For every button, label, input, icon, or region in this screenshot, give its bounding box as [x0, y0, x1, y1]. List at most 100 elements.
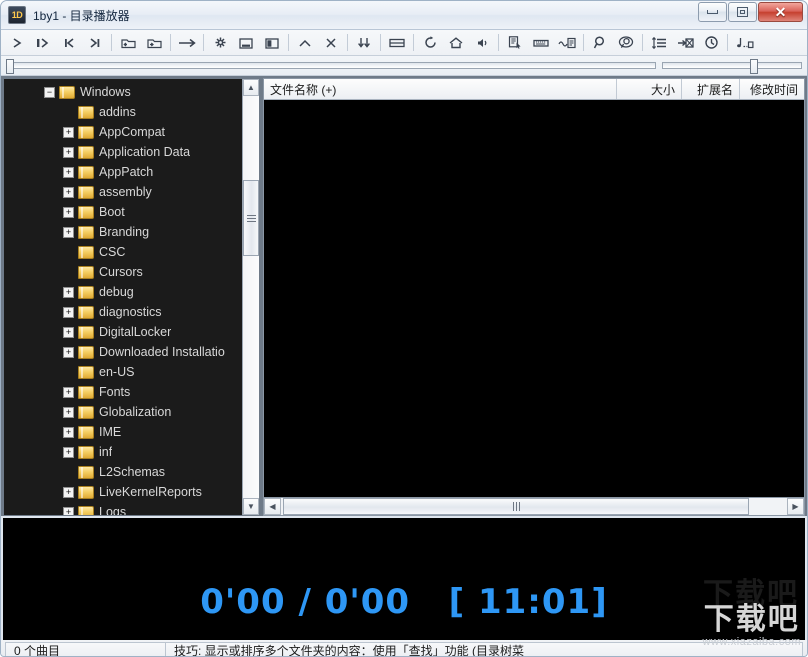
waveform-doc-button[interactable]	[554, 32, 580, 54]
expand-plus-icon[interactable]: +	[63, 506, 74, 515]
tree-item[interactable]: en-US	[4, 362, 242, 382]
music-note-button[interactable]	[731, 32, 757, 54]
expand-plus-icon[interactable]: +	[63, 226, 74, 238]
panel-split-button[interactable]	[259, 32, 285, 54]
tree-item[interactable]: + AppPatch	[4, 162, 242, 182]
tree-item[interactable]: + assembly	[4, 182, 242, 202]
arrow-right-button[interactable]	[174, 32, 200, 54]
column-header-ext[interactable]: 扩展名	[682, 79, 740, 99]
expand-plus-icon[interactable]: +	[63, 426, 74, 438]
folder-back-button[interactable]	[115, 32, 141, 54]
hscroll-thumb[interactable]	[283, 498, 749, 515]
toolbar-separator	[111, 34, 112, 51]
volume-slider[interactable]	[662, 59, 802, 74]
tree-item[interactable]: + Branding	[4, 222, 242, 242]
scroll-down-arrow-icon[interactable]: ▼	[243, 498, 259, 515]
hscroll-track[interactable]	[281, 498, 787, 515]
scroll-right-arrow-icon[interactable]: ▶	[787, 498, 804, 515]
player-display[interactable]: 0'00 / 0'00 [ 11:01] 下载吧	[3, 518, 805, 640]
search-image-button[interactable]	[613, 32, 639, 54]
panel-bottom-button[interactable]	[233, 32, 259, 54]
expand-plus-icon[interactable]: +	[63, 406, 74, 418]
expand-plus-icon[interactable]: +	[63, 326, 74, 338]
folder-icon	[78, 405, 94, 419]
volume-slider-thumb[interactable]	[750, 59, 758, 74]
settings-gear-button[interactable]	[207, 32, 233, 54]
playlist-order-button[interactable]	[646, 32, 672, 54]
expand-plus-icon[interactable]: +	[63, 386, 74, 398]
column-header-size[interactable]: 大小	[617, 79, 682, 99]
previous-track-button[interactable]	[56, 32, 82, 54]
edit-tag-button[interactable]	[502, 32, 528, 54]
tree-item[interactable]: Cursors	[4, 262, 242, 282]
expand-plus-icon[interactable]: +	[63, 186, 74, 198]
expand-plus-icon[interactable]: +	[63, 286, 74, 298]
file-list-body[interactable]	[264, 100, 804, 497]
tree-item[interactable]: CSC	[4, 242, 242, 262]
tree-item[interactable]: − Windows	[4, 82, 242, 102]
expand-plus-icon[interactable]: +	[63, 346, 74, 358]
scroll-left-arrow-icon[interactable]: ◀	[264, 498, 281, 515]
minimize-button[interactable]	[698, 2, 727, 22]
tag-label-button[interactable]	[528, 32, 554, 54]
expand-plus-icon[interactable]: +	[63, 146, 74, 158]
folder-icon	[78, 125, 94, 139]
folder-forward-button[interactable]	[141, 32, 167, 54]
pause-play-button[interactable]	[30, 32, 56, 54]
tree-item[interactable]: + Boot	[4, 202, 242, 222]
expand-plus-icon[interactable]: +	[63, 306, 74, 318]
file-list-horizontal-scrollbar[interactable]: ◀ ▶	[264, 497, 804, 515]
scroll-grip-icon	[246, 214, 256, 222]
expand-plus-icon[interactable]: +	[63, 206, 74, 218]
watermark-overlay-top: 下载吧	[703, 578, 799, 611]
collapse-up-button[interactable]	[292, 32, 318, 54]
scroll-up-arrow-icon[interactable]: ▲	[243, 79, 259, 96]
play-button[interactable]	[4, 32, 30, 54]
expand-plus-icon[interactable]: +	[63, 446, 74, 458]
folder-icon	[78, 465, 94, 479]
toolbar-separator	[727, 34, 728, 51]
collapse-minus-icon[interactable]: −	[44, 86, 55, 98]
tree-item[interactable]: + DigitalLocker	[4, 322, 242, 342]
sort-down-button[interactable]	[351, 32, 377, 54]
tree-item[interactable]: + Application Data	[4, 142, 242, 162]
tree-item[interactable]: + Globalization	[4, 402, 242, 422]
track-count-status: 0 个曲目	[5, 642, 165, 656]
maximize-button[interactable]	[728, 2, 757, 22]
close-button[interactable]: ✕	[758, 2, 803, 22]
tree-item[interactable]: + LiveKernelReports	[4, 482, 242, 502]
tree-item[interactable]: L2Schemas	[4, 462, 242, 482]
seek-slider-track	[6, 62, 656, 69]
tree-item[interactable]: + debug	[4, 282, 242, 302]
history-clock-button[interactable]	[698, 32, 724, 54]
tree-item[interactable]: + Fonts	[4, 382, 242, 402]
home-button[interactable]	[443, 32, 469, 54]
scroll-thumb[interactable]	[243, 180, 259, 256]
column-header-name[interactable]: 文件名称 (+)	[264, 79, 617, 99]
seek-slider-thumb[interactable]	[6, 59, 14, 74]
tree-item[interactable]: + Downloaded Installatio	[4, 342, 242, 362]
next-track-button[interactable]	[82, 32, 108, 54]
close-x-button[interactable]	[318, 32, 344, 54]
tree-item[interactable]: + IME	[4, 422, 242, 442]
tree-item[interactable]: addins	[4, 102, 242, 122]
tree-item[interactable]: + diagnostics	[4, 302, 242, 322]
expand-plus-icon[interactable]: +	[63, 126, 74, 138]
tree-item[interactable]: + Logs	[4, 502, 242, 515]
refresh-button[interactable]	[417, 32, 443, 54]
directory-tree[interactable]: − Windows addins + AppCompat + Application Dat…	[4, 79, 242, 515]
tree-item[interactable]: + inf	[4, 442, 242, 462]
tree-vertical-scrollbar[interactable]: ▲ ▼	[242, 79, 259, 515]
folder-icon	[78, 425, 94, 439]
seek-slider[interactable]	[6, 59, 656, 74]
export-button[interactable]	[672, 32, 698, 54]
speaker-button[interactable]	[469, 32, 495, 54]
search-button[interactable]	[587, 32, 613, 54]
list-view-button[interactable]	[384, 32, 410, 54]
tree-item[interactable]: + AppCompat	[4, 122, 242, 142]
column-header-date[interactable]: 修改时间	[740, 79, 804, 99]
expand-plus-icon[interactable]: +	[63, 166, 74, 178]
scroll-track[interactable]	[243, 96, 259, 498]
expand-plus-icon[interactable]: +	[63, 486, 74, 498]
